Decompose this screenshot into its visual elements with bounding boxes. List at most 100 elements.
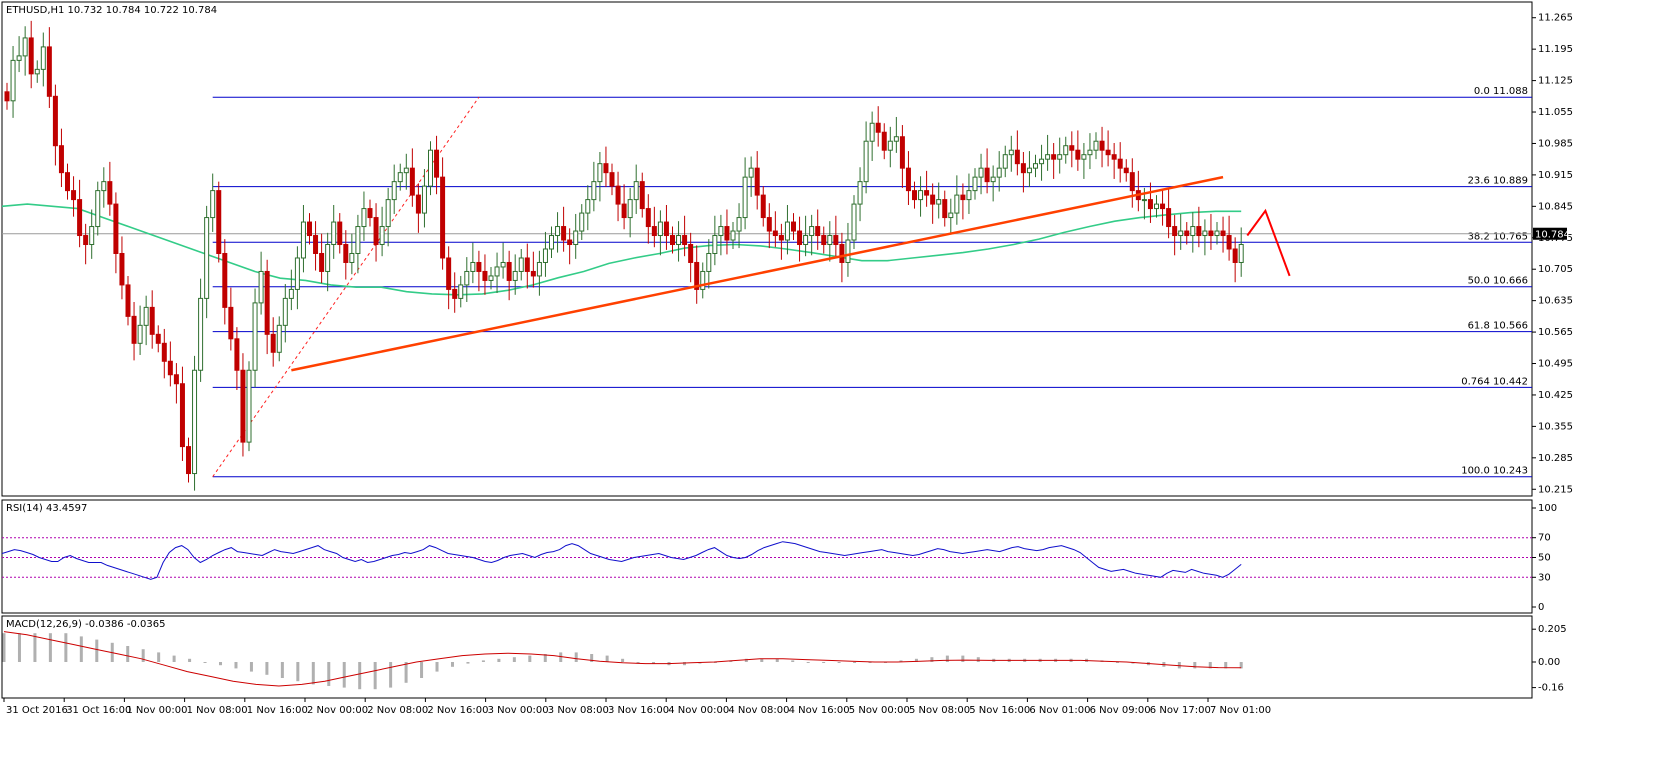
candle-body <box>16 55 22 61</box>
candle-body <box>573 230 579 246</box>
chart-canvas: ETHUSD,H1 10.732 10.784 10.722 10.784 0.… <box>1 1 1573 716</box>
macd-hist-bar <box>203 662 207 663</box>
rsi-tick-label: 0 <box>1538 602 1544 613</box>
candle-body <box>736 217 742 232</box>
macd-hist-bar <box>961 655 965 662</box>
candle-body <box>446 257 452 290</box>
candle-body <box>857 181 863 205</box>
candle-body <box>28 37 34 75</box>
time-tick-label: 31 Oct 16:00 <box>66 705 131 716</box>
macd-pane: MACD(12,26,9) -0.0386 -0.0365 0.205 0.00 -… <box>1 615 1567 699</box>
candle-body <box>663 221 669 237</box>
candle-body <box>1081 154 1087 160</box>
time-tick-label: 4 Nov 08:00 <box>728 705 789 716</box>
macd-hist-bar <box>837 662 841 663</box>
candle-body <box>730 230 736 241</box>
candle-body <box>585 199 591 214</box>
candle-body <box>567 239 573 246</box>
candle-body <box>452 288 458 299</box>
candle-body <box>1178 230 1184 237</box>
candle-body <box>361 208 367 228</box>
rsi-tick-label: 50 <box>1538 553 1551 564</box>
candle-body <box>990 176 996 183</box>
candle-body <box>706 252 712 272</box>
candle-body <box>228 306 234 340</box>
candle-body <box>1202 230 1208 237</box>
candle-body <box>639 181 645 210</box>
candle-body <box>1045 154 1051 160</box>
time-tick-label: 1 Nov 00:00 <box>126 705 187 716</box>
fib-level-label: 61.8 10.566 <box>1468 321 1528 332</box>
time-tick-label: 5 Nov 00:00 <box>849 705 910 716</box>
price-tick-label: 10.635 <box>1538 296 1573 307</box>
candle-body <box>869 122 875 142</box>
candle-body <box>1123 167 1129 174</box>
candle-body <box>1099 140 1105 151</box>
candle-body <box>403 167 409 174</box>
candle-body <box>131 315 137 344</box>
candle-body <box>845 239 851 263</box>
candle-body <box>186 446 191 475</box>
macd-hist-bar <box>311 662 315 685</box>
candle-body <box>1208 230 1214 237</box>
macd-hist-bar <box>1193 662 1197 669</box>
candle-body <box>772 230 778 237</box>
candle-body <box>839 244 845 263</box>
candle-body <box>954 194 960 214</box>
candle-body <box>58 145 64 174</box>
candle-body <box>1160 203 1166 210</box>
macd-header: MACD(12,26,9) -0.0386 -0.0365 <box>6 619 166 630</box>
time-tick-label: 7 Nov 01:00 <box>1210 705 1271 716</box>
price-tick-label: 11.055 <box>1538 107 1573 118</box>
macd-hist-bar <box>126 646 130 662</box>
candle-body <box>409 167 415 196</box>
candle-body <box>313 235 319 254</box>
candle-body <box>22 37 28 57</box>
candle-body <box>948 212 954 219</box>
candle-body <box>1117 158 1123 169</box>
candle-body <box>89 226 95 246</box>
candle-body <box>421 185 427 214</box>
time-tick-label: 2 Nov 00:00 <box>307 705 368 716</box>
macd-hist-bar <box>791 660 795 662</box>
macd-hist-bar <box>976 657 980 662</box>
rsi-pane-frame <box>1 499 1533 614</box>
candle-body <box>331 221 337 246</box>
candle-body <box>385 199 391 228</box>
candle-body <box>1147 199 1153 210</box>
candle-body <box>264 270 270 335</box>
candle-body <box>1002 154 1008 169</box>
macd-hist-bar <box>234 662 238 669</box>
candle-body <box>724 226 730 241</box>
candle-body <box>1154 203 1159 210</box>
candle-body <box>83 235 89 246</box>
candle-body <box>936 199 942 205</box>
rsi-pane: RSI(14) 43.4597 100 70 50 30 0 <box>1 499 1557 614</box>
candle-body <box>833 235 839 246</box>
candle-body <box>1026 167 1032 174</box>
fib-level-label: 0.764 10.442 <box>1461 376 1528 387</box>
fib-level-label: 23.6 10.889 <box>1468 176 1528 187</box>
macd-pane-frame <box>1 615 1533 699</box>
fib-level-label: 100.0 10.243 <box>1461 466 1528 477</box>
candle-body <box>379 226 385 246</box>
candle-body <box>288 288 294 299</box>
candle-body <box>754 167 760 196</box>
candle-body <box>464 270 470 286</box>
rsi-axis: 100 70 50 30 0 <box>1532 503 1557 613</box>
candle-body <box>875 122 881 133</box>
candle-body <box>524 257 530 272</box>
price-tick-label: 10.495 <box>1538 359 1573 370</box>
candle-body <box>294 257 300 290</box>
candle-body <box>77 199 83 237</box>
fib-level-label: 50.0 10.666 <box>1468 276 1528 287</box>
candle-body <box>198 297 204 371</box>
time-tick-label: 4 Nov 00:00 <box>668 705 729 716</box>
price-tick-label: 10.565 <box>1538 327 1573 338</box>
macd-hist-bar <box>33 633 37 662</box>
candle-body <box>319 252 325 272</box>
candle-body <box>252 302 258 371</box>
candle-body <box>95 190 101 228</box>
candle-body <box>924 190 930 196</box>
macd-tick-label: -0.16 <box>1538 683 1564 694</box>
